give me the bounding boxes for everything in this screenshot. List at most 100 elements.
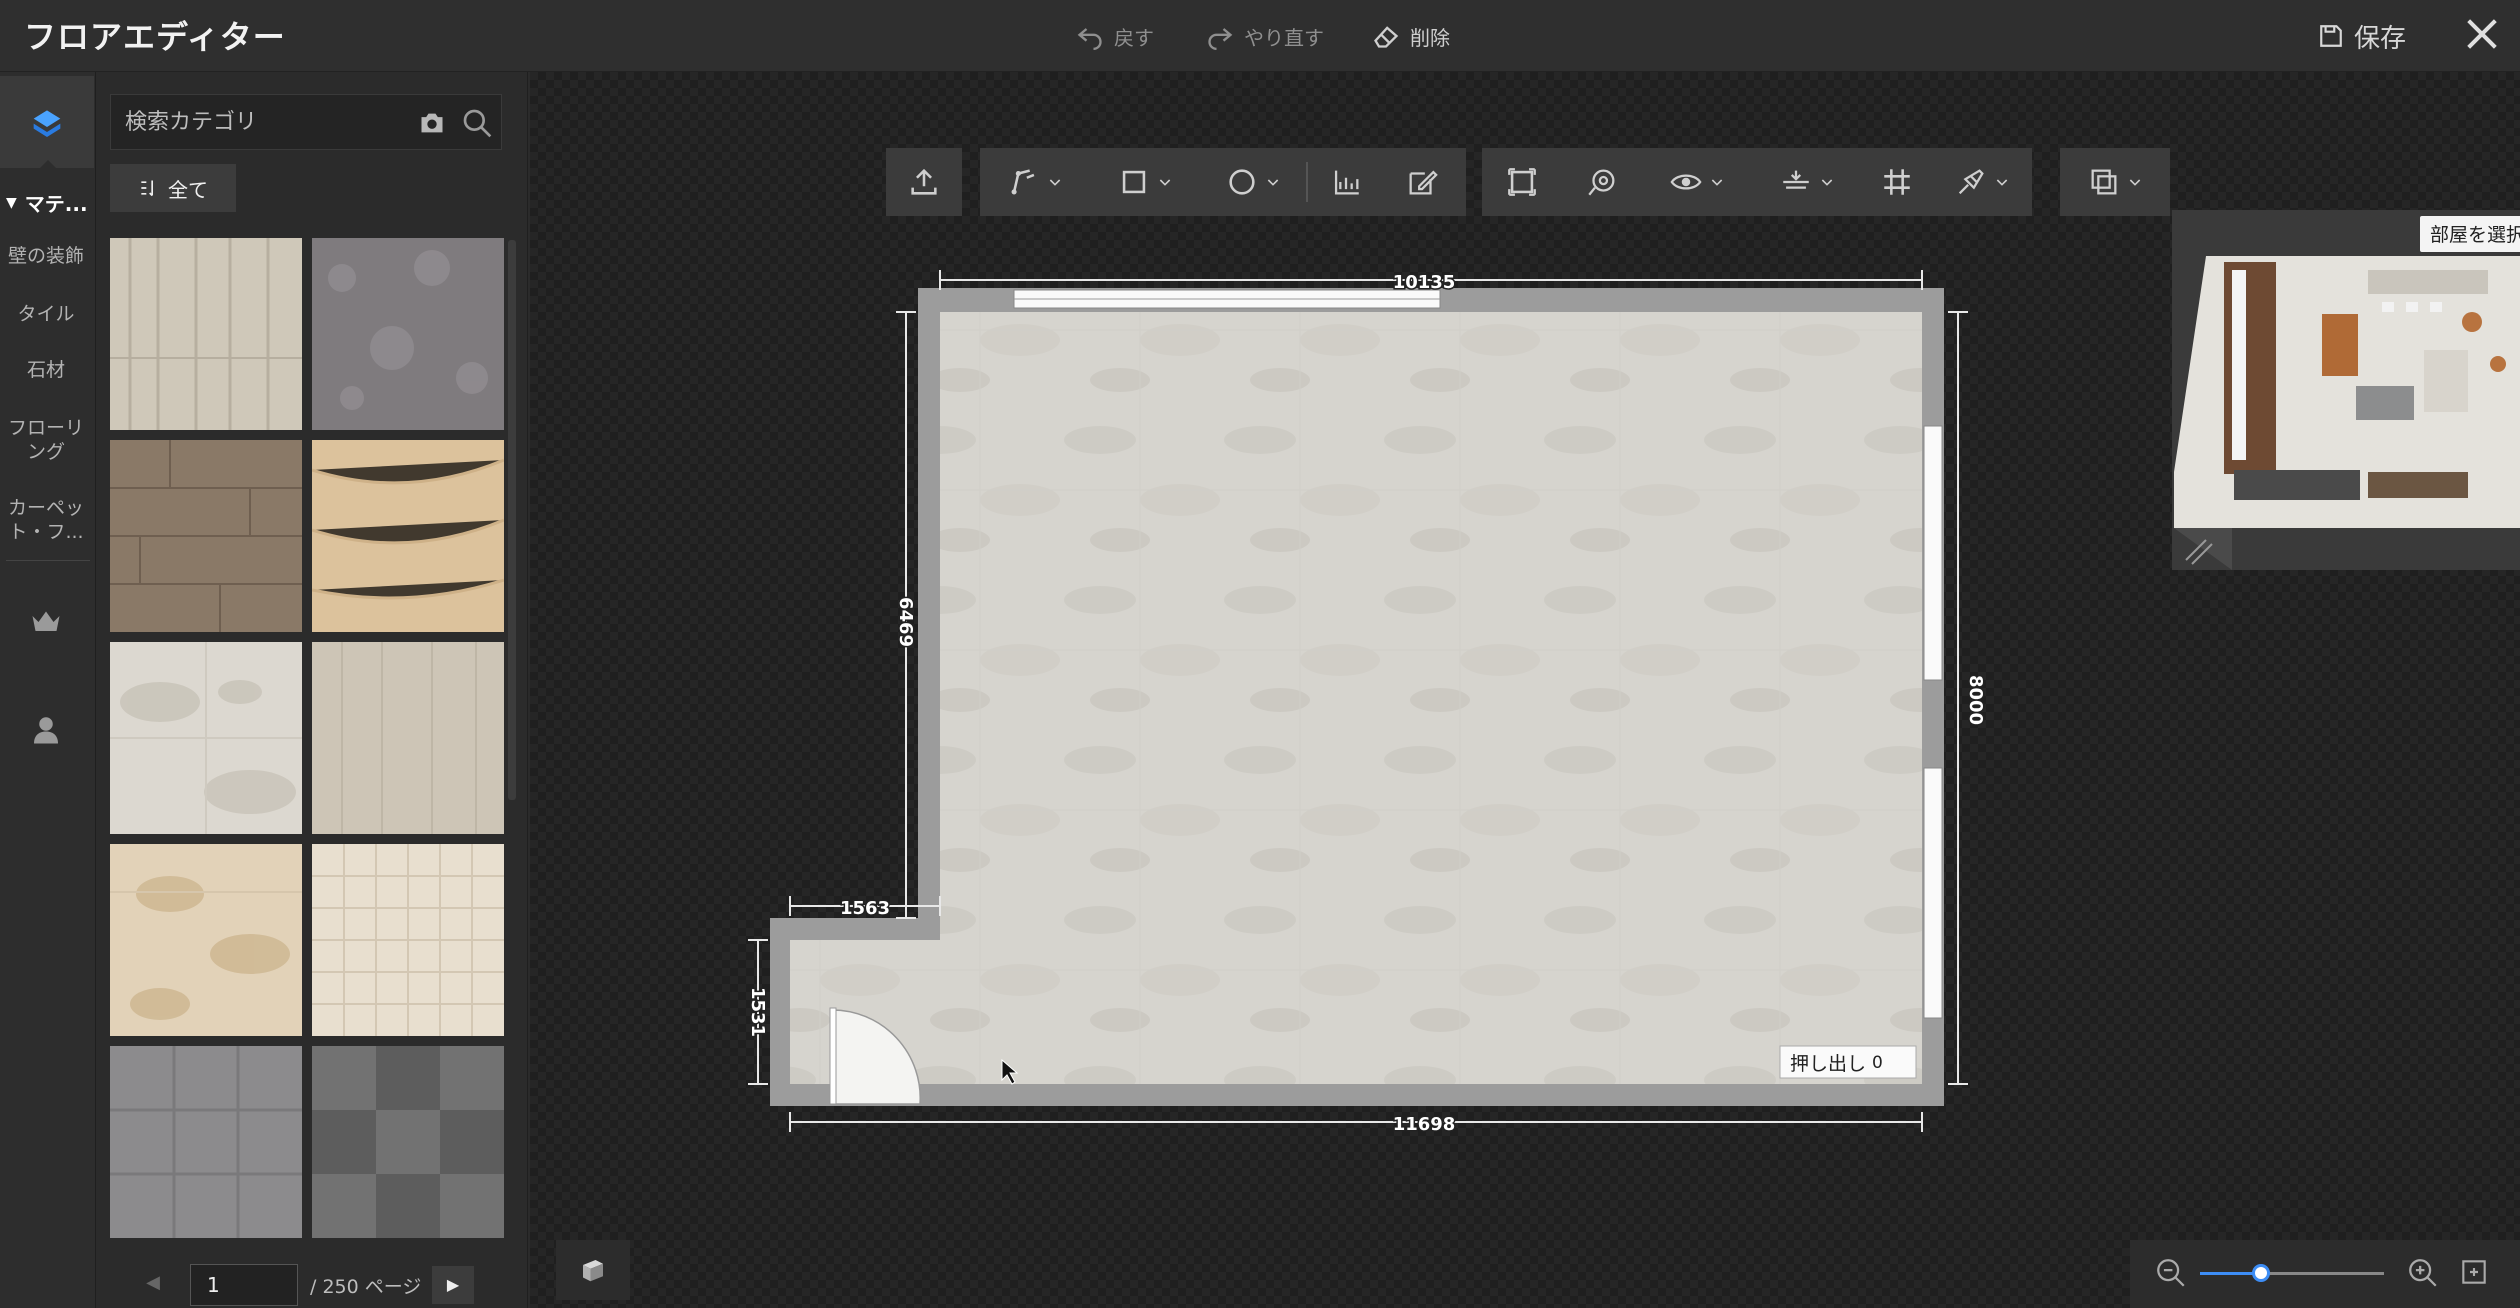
eraser-icon (1374, 26, 1399, 48)
dim-notch-width[interactable]: 1563 (838, 897, 891, 921)
measure-icon (1334, 170, 1359, 195)
dim-right[interactable]: 8000 (1964, 673, 1988, 726)
grid-tool[interactable] (1862, 148, 1932, 216)
redo-label: やり直す (1244, 25, 1324, 50)
draw-wall-icon (1011, 169, 1035, 195)
undo-arrow-icon (1077, 28, 1102, 50)
cube-icon (583, 1260, 603, 1282)
circle-icon (1229, 169, 1255, 195)
paint-icon (1958, 169, 1984, 195)
visibility-tool[interactable] (1642, 148, 1752, 216)
next-page-button[interactable]: ▶ (432, 1266, 474, 1304)
room-floor[interactable] (790, 312, 1922, 1084)
upload-icon (911, 168, 937, 195)
material-tile[interactable] (110, 642, 302, 834)
dim-top[interactable]: 10135 (1391, 271, 1457, 295)
floor-plan[interactable]: 10135 11698 1563 8000 6469 1531 押し出し 0 (740, 250, 1990, 1150)
rail-divider (6, 560, 90, 561)
eye-icon (1670, 174, 1702, 190)
layers-icon (2091, 169, 2117, 195)
align-icon (1783, 170, 1809, 189)
search-box (110, 94, 502, 150)
zoom-out-icon[interactable] (2154, 1256, 2188, 1290)
dim-left-upper[interactable]: 6469 (894, 595, 918, 648)
align-tool[interactable] (1752, 148, 1862, 216)
undo-button[interactable]: 戻す (1076, 16, 1154, 56)
room-minimap[interactable] (2172, 210, 2520, 570)
category-rail: ▼ マテ... 壁の装飾 タイル 石材 フローリ ング カーペッ ト・フ... (0, 72, 96, 1308)
floppy-disk-icon (2320, 25, 2342, 47)
circle-tool[interactable] (1200, 148, 1306, 216)
material-tile[interactable] (312, 440, 504, 632)
toolbar-layers-group (2060, 148, 2170, 216)
zoom-in-icon[interactable] (2406, 1256, 2440, 1290)
fit-screen-icon[interactable] (2458, 1256, 2490, 1288)
material-tile[interactable] (312, 642, 504, 834)
upload-button[interactable] (886, 148, 962, 216)
caret-down-icon: ▼ (6, 194, 17, 211)
material-tile[interactable] (110, 440, 302, 632)
panel-scrollbar[interactable] (508, 240, 516, 800)
zoom-controls (2130, 1240, 2520, 1308)
chevron-down-icon (1267, 179, 1279, 186)
right-window-lower[interactable] (1923, 767, 1943, 1019)
save-button[interactable]: 保存 (2318, 14, 2406, 58)
material-tile[interactable] (110, 1046, 302, 1238)
extrude-value[interactable]: 0 (1872, 1053, 1883, 1073)
user-icon[interactable] (28, 712, 64, 748)
view-3d-button[interactable] (556, 1240, 630, 1300)
toolbar-draw-group (980, 148, 1466, 216)
zoom-slider-thumb[interactable] (2251, 1264, 2270, 1282)
layers-tool[interactable] (2060, 148, 2170, 216)
measure-tool[interactable] (1308, 148, 1384, 216)
prev-page-button[interactable]: ◀ (138, 1268, 168, 1298)
sort-filter-icon (141, 180, 153, 197)
search-input[interactable] (125, 107, 365, 137)
select-area-icon (1508, 168, 1536, 196)
crown-icon[interactable] (28, 604, 64, 640)
select-room-tooltip: 部屋を選択 (2420, 216, 2520, 252)
filter-all-button[interactable]: 全て (110, 164, 236, 212)
rail-item-stone[interactable]: 石材 (0, 358, 92, 382)
material-tile[interactable] (312, 844, 504, 1036)
select-area-tool[interactable] (1482, 148, 1562, 216)
edit-note-tool[interactable] (1384, 148, 1460, 216)
chevron-down-icon (1711, 179, 1723, 186)
undo-label: 戻す (1114, 25, 1154, 50)
redo-button[interactable]: やり直す (1206, 16, 1324, 56)
search-icon[interactable] (461, 107, 493, 139)
rail-item-flooring[interactable]: フローリ ング (0, 416, 92, 464)
rail-item-wall-deco[interactable]: 壁の装飾 (0, 244, 92, 268)
redo-arrow-icon (1208, 28, 1233, 50)
delete-button[interactable]: 削除 (1372, 16, 1450, 56)
rail-item-carpet[interactable]: カーペッ ト・フ... (0, 496, 92, 544)
material-tile[interactable] (110, 844, 302, 1036)
material-panel: 全て (96, 72, 528, 1308)
grid-icon (1884, 169, 1910, 195)
dim-notch-height[interactable]: 1531 (746, 985, 770, 1038)
page-number-input[interactable] (190, 1264, 298, 1306)
lasso-icon (1588, 169, 1615, 196)
edit-note-icon (1409, 170, 1438, 195)
category-header[interactable]: ▼ マテ... (6, 188, 88, 217)
paint-tool[interactable] (1932, 148, 2032, 216)
category-header-label: マテ... (24, 192, 88, 216)
close-icon[interactable] (2462, 14, 2502, 54)
material-tile[interactable] (110, 238, 302, 430)
material-tile[interactable] (312, 1046, 504, 1238)
material-tab[interactable] (0, 76, 94, 168)
toolbar-upload-group (886, 148, 962, 216)
dim-bottom[interactable]: 11698 (1391, 1113, 1457, 1137)
material-grid (110, 238, 518, 1302)
right-window-upper[interactable] (1923, 425, 1943, 681)
tab-caret (40, 160, 56, 168)
extrude-label: 押し出し (1790, 1053, 1866, 1075)
draw-wall-tool[interactable] (980, 148, 1090, 216)
pager: ◀ / 250 ページ ▶ (96, 1258, 528, 1308)
rectangle-tool[interactable] (1090, 148, 1200, 216)
rail-item-tile[interactable]: タイル (0, 302, 92, 326)
material-tile[interactable] (312, 238, 504, 430)
camera-icon[interactable] (417, 109, 447, 137)
delete-label: 削除 (1410, 25, 1450, 50)
lasso-tool[interactable] (1562, 148, 1642, 216)
